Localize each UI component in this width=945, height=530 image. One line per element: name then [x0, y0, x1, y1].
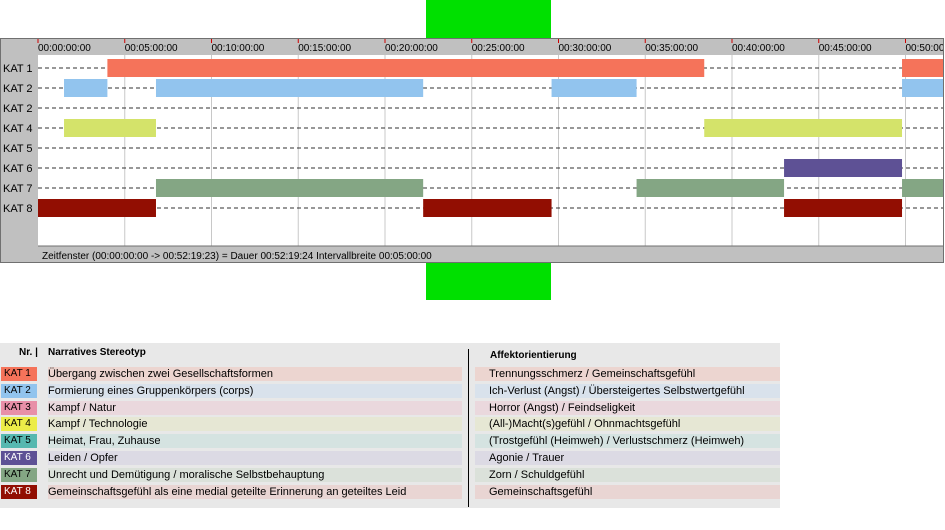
stereotyp-cell: Formierung eines Gruppenkörpers (corps): [48, 383, 462, 398]
row-label: KAT 2: [3, 103, 33, 115]
time-tick-label: 00:15:00:00: [298, 43, 351, 54]
timeline-segment[interactable]: [704, 119, 903, 137]
legend-row: KAT 7 Unrecht und Demütigung / moralische…: [0, 467, 780, 483]
timeline-chart[interactable]: 00:00:00:00 00:05:00:00 00:10:00:00 00:15:0…: [1, 39, 943, 262]
time-tick-label: 00:25:00:00: [472, 43, 525, 54]
time-tick-label: 00:40:00:00: [732, 43, 785, 54]
stereotyp-cell: Kampf / Technologie: [48, 417, 462, 432]
legend-header-stereotyp: Narratives Stereotyp: [48, 347, 146, 358]
legend-header-affekt: Affektorientierung: [490, 350, 577, 361]
legend-row: KAT 2 Formierung eines Gruppenkörpers (co…: [0, 383, 780, 399]
time-tick-label: 00:05:00:00: [125, 43, 178, 54]
stereotyp-cell: Heimat, Frau, Zuhause: [48, 434, 462, 449]
row-label: KAT 7: [3, 183, 33, 195]
row-label: KAT 2: [3, 83, 33, 95]
timeline-segment[interactable]: [38, 199, 156, 217]
timeline-segment[interactable]: [107, 59, 705, 77]
timeline-segment[interactable]: [784, 159, 903, 177]
legend-row: KAT 1 Übergang zwischen zwei Gesellschaft…: [0, 367, 780, 382]
legend-row: KAT 5 Heimat, Frau, Zuhause (Trostgefühl (…: [0, 434, 780, 449]
kat-badge: KAT 2: [1, 383, 37, 398]
timeline-segment[interactable]: [423, 199, 552, 217]
timeline-segment[interactable]: [155, 179, 424, 197]
time-tick-label: 00:50:00: [906, 43, 944, 54]
bottom-green-marker: [426, 263, 551, 300]
kat-badge: KAT 5: [1, 434, 37, 449]
stereotyp-cell: Übergang zwischen zwei Gesellschaftsform…: [48, 367, 462, 381]
top-green-marker: [426, 0, 551, 38]
timeline-segment[interactable]: [902, 79, 943, 97]
affekt-cell: Horror (Angst) / Feindseligkeit: [475, 400, 780, 415]
kat-badge: KAT 3: [1, 400, 37, 415]
row-label: KAT 6: [3, 163, 33, 175]
legend-row: KAT 3 Kampf / Natur Horror (Angst) / Feind…: [0, 400, 780, 416]
timeline-segment[interactable]: [155, 79, 424, 97]
timeline-panel[interactable]: 00:00:00:00 00:05:00:00 00:10:00:00 00:15:0…: [0, 38, 944, 263]
timeline-status: Zeitfenster (00:00:00:00 -> 00:52:19:23)…: [42, 251, 432, 262]
stereotyp-cell: Gemeinschaftsgefühl als eine medial gete…: [48, 484, 462, 499]
legend-header-nr: Nr. |: [19, 347, 38, 358]
timeline-segment[interactable]: [64, 79, 108, 97]
legend-row: KAT 4 Kampf / Technologie (All-)Macht(s)ge…: [0, 417, 780, 432]
affekt-cell: Zorn / Schuldgefühl: [475, 467, 780, 482]
legend-table: Nr. | Narratives Stereotyp Affektorienti…: [0, 343, 780, 508]
time-tick-label: 00:45:00:00: [819, 43, 872, 54]
affekt-cell: Agonie / Trauer: [475, 451, 780, 465]
affekt-cell: Gemeinschaftsgefühl: [475, 484, 780, 499]
row-label: KAT 8: [3, 203, 33, 215]
affekt-cell: (Trostgefühl (Heimweh) / Verlustschmerz …: [475, 434, 780, 449]
stereotyp-cell: Unrecht und Demütigung / moralische Selb…: [48, 467, 462, 482]
legend-row: KAT 6 Leiden / Opfer Agonie / Trauer: [0, 451, 780, 466]
timeline-segment[interactable]: [902, 59, 943, 77]
stereotyp-cell: Kampf / Natur: [48, 400, 462, 415]
kat-badge: KAT 1: [1, 367, 37, 381]
row-label: KAT 1: [3, 63, 33, 75]
time-tick-label: 00:35:00:00: [645, 43, 698, 54]
timeline-segment[interactable]: [551, 79, 637, 97]
timeline-segment[interactable]: [636, 179, 785, 197]
affekt-cell: (All-)Macht(s)gefühl / Ohnmachtsgefühl: [475, 417, 780, 432]
stereotyp-cell: Leiden / Opfer: [48, 451, 462, 465]
timeline-segment[interactable]: [64, 119, 156, 137]
affekt-cell: Trennungsschmerz / Gemeinschaftsgefühl: [475, 367, 780, 381]
timeline-segment[interactable]: [902, 179, 943, 197]
row-label: KAT 5: [3, 143, 33, 155]
kat-badge: KAT 4: [1, 417, 37, 432]
time-tick-label: 00:10:00:00: [212, 43, 265, 54]
timeline-segment[interactable]: [784, 199, 903, 217]
kat-badge: KAT 7: [1, 467, 37, 482]
affekt-cell: Ich-Verlust (Angst) / Übersteigertes Sel…: [475, 383, 780, 398]
time-tick-label: 00:00:00:00: [38, 43, 91, 54]
time-tick-label: 00:20:00:00: [385, 43, 438, 54]
kat-badge: KAT 6: [1, 451, 37, 465]
time-tick-label: 00:30:00:00: [559, 43, 612, 54]
legend-row: KAT 8 Gemeinschaftsgefühl als eine medial…: [0, 484, 780, 500]
kat-badge: KAT 8: [1, 484, 37, 499]
row-label: KAT 4: [3, 123, 33, 135]
